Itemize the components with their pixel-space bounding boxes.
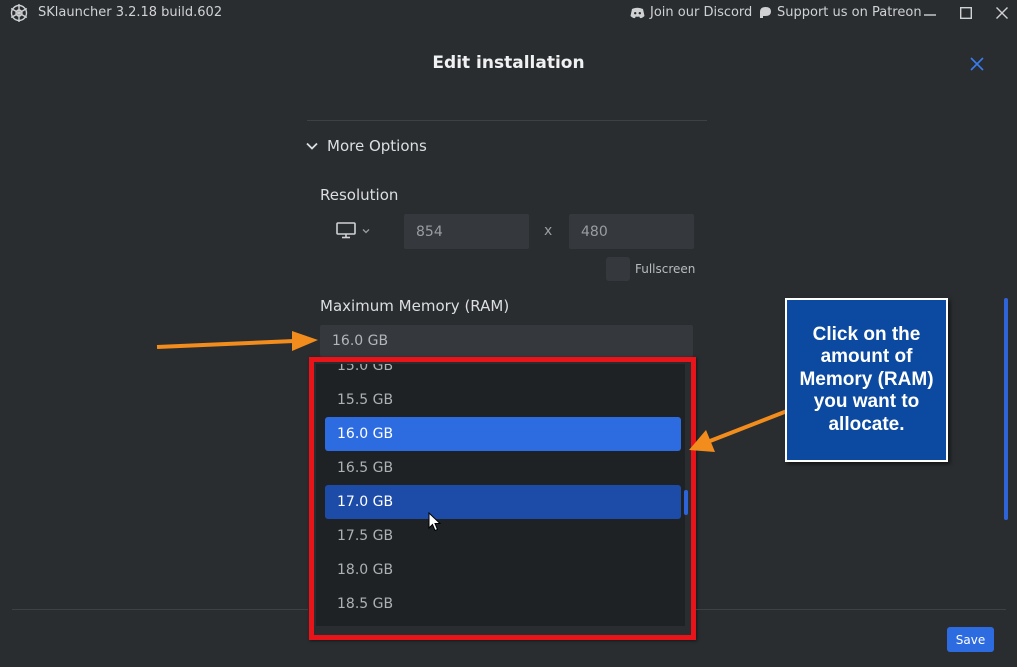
minimize-button[interactable] xyxy=(919,3,941,23)
save-button[interactable]: Save xyxy=(947,627,994,652)
memory-select[interactable]: 16.0 GB xyxy=(320,325,693,357)
patreon-icon xyxy=(760,7,771,18)
discord-link-label: Join our Discord xyxy=(650,5,753,20)
resolution-height-input[interactable]: 480 xyxy=(569,214,694,249)
dialog-close-icon[interactable] xyxy=(967,54,987,74)
monitor-icon xyxy=(336,222,356,239)
resolution-preset-dropdown[interactable] xyxy=(336,222,370,239)
maximize-icon xyxy=(960,7,972,19)
instruction-callout: Click on the amount of Memory (RAM) you … xyxy=(785,298,948,462)
minimize-icon xyxy=(924,14,936,16)
window-close-button[interactable] xyxy=(991,3,1013,23)
fullscreen-label: Fullscreen xyxy=(635,262,696,276)
highlight-box xyxy=(309,357,696,640)
section-divider xyxy=(307,120,707,121)
chevron-down-icon xyxy=(306,142,318,150)
more-options-toggle[interactable]: More Options xyxy=(305,137,427,155)
discord-icon xyxy=(630,7,645,18)
mouse-cursor-icon xyxy=(428,512,442,532)
memory-label: Maximum Memory (RAM) xyxy=(320,297,510,315)
footer-divider xyxy=(696,609,1006,610)
more-options-label: More Options xyxy=(327,137,427,155)
patreon-link[interactable]: Support us on Patreon xyxy=(759,5,922,20)
arrow-to-memory-select xyxy=(156,331,318,351)
page-scrollbar[interactable] xyxy=(1004,298,1008,520)
resolution-width-input[interactable]: 854 xyxy=(404,214,529,249)
chevron-down-icon xyxy=(362,228,370,233)
app-title: SKlauncher 3.2.18 build.602 xyxy=(38,5,223,20)
arrow-to-dropdown xyxy=(689,409,788,452)
dialog-title: Edit installation xyxy=(432,53,585,73)
maximize-button[interactable] xyxy=(955,3,977,23)
discord-link[interactable]: Join our Discord xyxy=(630,5,752,20)
resolution-label: Resolution xyxy=(320,186,399,204)
app-logo-icon xyxy=(10,4,28,22)
footer-divider xyxy=(12,609,308,610)
title-bar: SKlauncher 3.2.18 build.602 Join our Dis… xyxy=(0,0,1017,26)
fullscreen-checkbox[interactable] xyxy=(606,257,630,281)
patreon-link-label: Support us on Patreon xyxy=(777,5,922,20)
resolution-separator: x xyxy=(544,223,553,239)
close-icon xyxy=(996,7,1008,19)
